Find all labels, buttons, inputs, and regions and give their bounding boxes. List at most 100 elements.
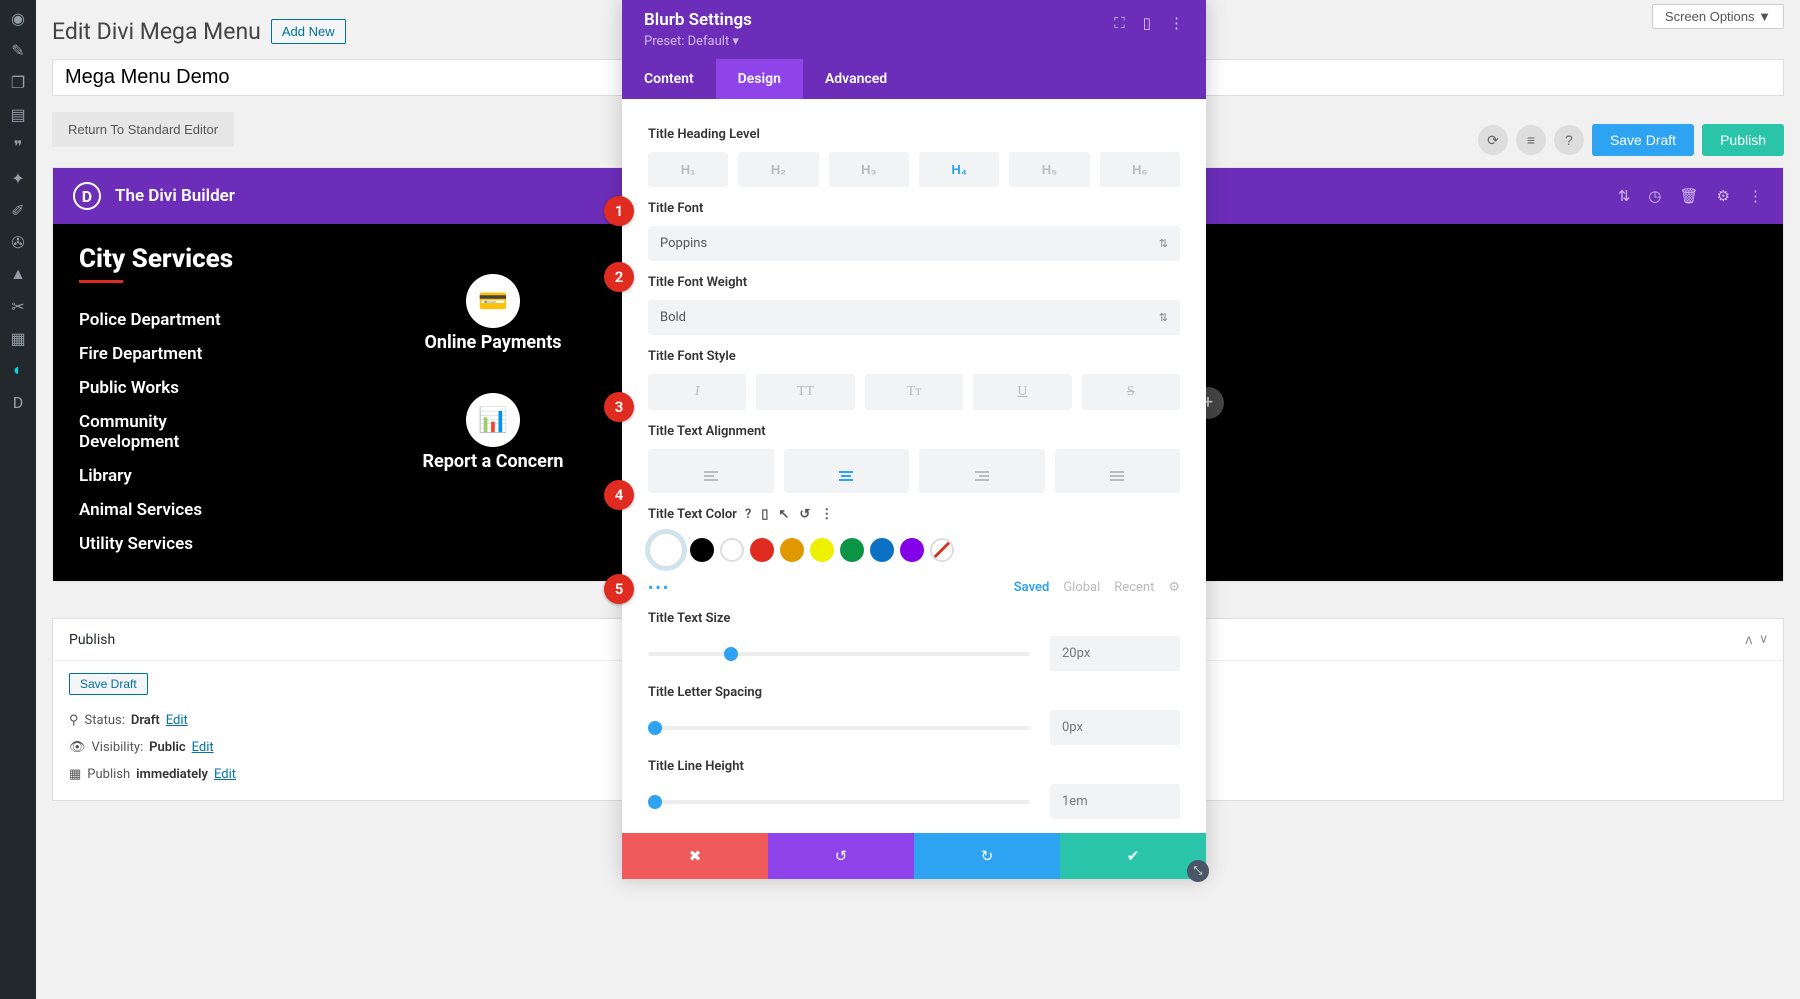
color-swatch-yellow[interactable]: [810, 538, 834, 562]
h3-button[interactable]: H₃: [829, 152, 909, 187]
undo-button[interactable]: ↺: [768, 833, 914, 879]
save-draft-button[interactable]: Save Draft: [1592, 124, 1694, 156]
color-swatch-green[interactable]: [840, 538, 864, 562]
media-icon[interactable]: ❐: [8, 72, 28, 92]
font-select[interactable]: Poppins ⇅: [648, 226, 1180, 261]
dashboard-icon[interactable]: ◉: [8, 8, 28, 28]
list-item[interactable]: Utility Services: [79, 527, 327, 561]
spacing-slider[interactable]: [648, 726, 1030, 730]
responsive-icon[interactable]: ⛶: [1114, 14, 1125, 32]
add-new-button[interactable]: Add New: [271, 19, 346, 44]
align-right-button[interactable]: [919, 449, 1045, 493]
tab-design[interactable]: Design: [716, 59, 803, 99]
list-item[interactable]: Community Development: [79, 405, 219, 459]
chevron-icon: ⇅: [1159, 237, 1168, 250]
brush-icon[interactable]: ✐: [8, 200, 28, 220]
list-item[interactable]: Library: [79, 459, 327, 493]
layout-icon[interactable]: ▯: [1143, 14, 1151, 32]
kebab-icon[interactable]: ⋮: [820, 507, 833, 522]
plugins-icon[interactable]: ✇: [8, 232, 28, 252]
kebab-icon[interactable]: ⋮: [1748, 187, 1763, 205]
marker-1: 1: [604, 196, 634, 226]
help-icon[interactable]: ?: [1554, 125, 1584, 155]
color-tab-global[interactable]: Global: [1063, 580, 1100, 595]
redo-button[interactable]: ↻: [914, 833, 1060, 879]
visibility-label: Visibility:: [92, 740, 144, 755]
more-colors-icon[interactable]: •••: [648, 578, 670, 597]
size-slider[interactable]: [648, 652, 1030, 656]
edit-status-link[interactable]: Edit: [166, 713, 188, 728]
swap-icon[interactable]: ⇅: [1618, 187, 1631, 205]
save-draft-small-button[interactable]: Save Draft: [69, 673, 148, 695]
kebab-icon[interactable]: ⋮: [1169, 14, 1184, 32]
list-item[interactable]: Fire Department: [79, 337, 327, 371]
list-item[interactable]: Animal Services: [79, 493, 327, 527]
color-swatches: [648, 532, 1180, 568]
color-swatch-black[interactable]: [690, 538, 714, 562]
uppercase-button[interactable]: TT: [756, 374, 854, 410]
help-icon[interactable]: ?: [745, 507, 751, 522]
comments-icon[interactable]: ❞: [8, 136, 28, 156]
publish-button[interactable]: Publish: [1702, 124, 1784, 156]
edit-publish-link[interactable]: Edit: [214, 767, 236, 782]
line-height-slider[interactable]: [648, 800, 1030, 804]
color-swatch-none[interactable]: [930, 538, 954, 562]
color-swatch-white[interactable]: [720, 538, 744, 562]
tools-icon[interactable]: ✂: [8, 296, 28, 316]
resize-handle[interactable]: ⤡: [1187, 860, 1209, 882]
confirm-button[interactable]: ✔: [1060, 833, 1206, 879]
color-swatch-orange[interactable]: [780, 538, 804, 562]
divi-color-icon[interactable]: ◐: [8, 360, 28, 380]
color-gear-icon[interactable]: ⚙: [1168, 580, 1180, 595]
align-left-button[interactable]: [648, 449, 774, 493]
trash-icon[interactable]: 🗑: [1680, 187, 1699, 205]
pages-icon[interactable]: ▤: [8, 104, 28, 124]
align-justify-button[interactable]: [1055, 449, 1181, 493]
screen-options-button[interactable]: Screen Options ▼: [1652, 4, 1784, 29]
chevron-up-icon[interactable]: ʌ: [1745, 631, 1752, 648]
color-tab-saved[interactable]: Saved: [1014, 580, 1050, 595]
spacing-value[interactable]: 0px: [1050, 710, 1180, 745]
align-center-button[interactable]: [784, 449, 910, 493]
clock-icon[interactable]: ◷: [1648, 187, 1661, 205]
list-item[interactable]: Public Works: [79, 371, 327, 405]
pin-icon[interactable]: ✎: [8, 40, 28, 60]
tab-advanced[interactable]: Advanced: [803, 59, 909, 99]
tab-content[interactable]: Content: [622, 59, 716, 99]
underline-button[interactable]: U: [973, 374, 1071, 410]
smallcaps-button[interactable]: Tᴛ: [865, 374, 963, 410]
size-value[interactable]: 20px: [1050, 636, 1180, 671]
chevron-down-icon[interactable]: v: [1760, 631, 1767, 648]
line-height-value[interactable]: 1em: [1050, 784, 1180, 819]
gear-icon[interactable]: ⚙: [1717, 187, 1730, 205]
italic-button[interactable]: I: [648, 374, 746, 410]
hover-icon[interactable]: ↖: [778, 507, 789, 522]
users-icon[interactable]: ▲: [8, 264, 28, 284]
color-swatch-red[interactable]: [750, 538, 774, 562]
list-item[interactable]: Police Department: [79, 303, 327, 337]
settings-icon[interactable]: ▦: [8, 328, 28, 348]
return-editor-button[interactable]: Return To Standard Editor: [52, 112, 234, 147]
color-tab-recent[interactable]: Recent: [1114, 580, 1154, 595]
h1-button[interactable]: H₁: [648, 152, 728, 187]
color-swatch-blue[interactable]: [870, 538, 894, 562]
payments-icon: 💳: [466, 274, 520, 328]
color-swatch-selected[interactable]: [648, 532, 684, 568]
h5-button[interactable]: H₅: [1009, 152, 1089, 187]
portability-icon[interactable]: ⟳: [1478, 125, 1508, 155]
h6-button[interactable]: H₆: [1100, 152, 1180, 187]
modal-preset[interactable]: Preset: Default ▾: [644, 30, 752, 59]
weight-select[interactable]: Bold ⇅: [648, 300, 1180, 335]
device-icon[interactable]: ▯: [761, 507, 768, 522]
history-icon[interactable]: ≡: [1516, 125, 1546, 155]
divi-d-icon[interactable]: D: [8, 392, 28, 412]
reset-icon[interactable]: ↺: [799, 507, 810, 522]
cancel-button[interactable]: ✖: [622, 833, 768, 879]
thumbtack-icon[interactable]: ✦: [8, 168, 28, 188]
strikethrough-button[interactable]: S: [1082, 374, 1180, 410]
edit-visibility-link[interactable]: Edit: [192, 740, 214, 755]
blurb-settings-modal: Blurb Settings Preset: Default ▾ ⛶ ▯ ⋮ C…: [622, 0, 1206, 879]
h2-button[interactable]: H₂: [738, 152, 818, 187]
color-swatch-purple[interactable]: [900, 538, 924, 562]
h4-button[interactable]: H₄: [919, 152, 999, 187]
